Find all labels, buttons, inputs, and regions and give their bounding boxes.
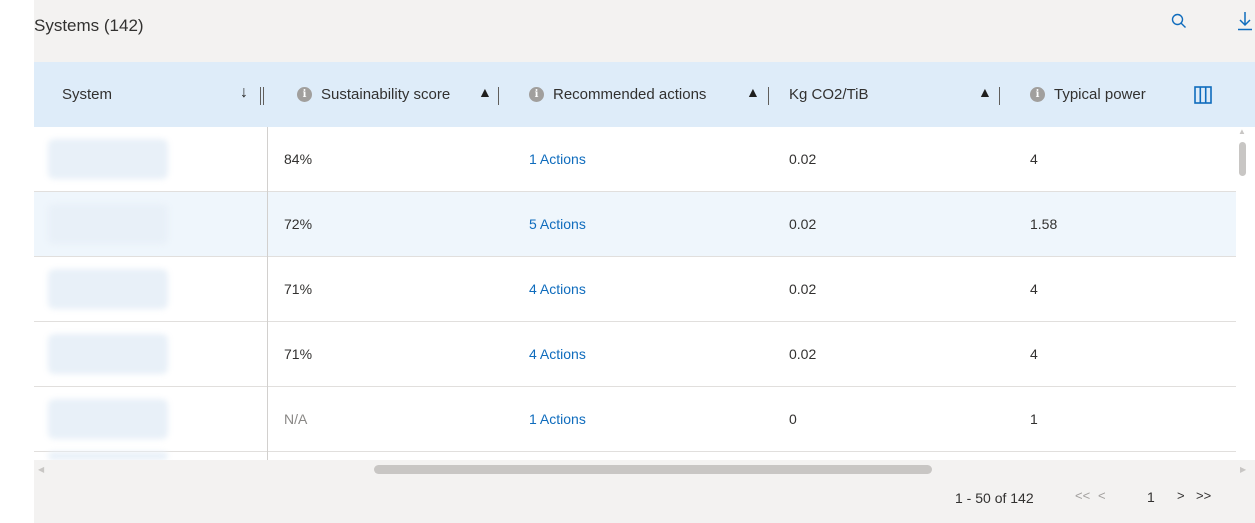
first-page-button[interactable]: << bbox=[1075, 488, 1090, 503]
info-icon[interactable]: i bbox=[1030, 87, 1045, 102]
power-cell: 4 bbox=[1030, 346, 1038, 362]
horizontal-scroll-thumb[interactable] bbox=[374, 465, 932, 474]
co2-cell: 0 bbox=[789, 411, 797, 427]
score-cell: 71% bbox=[284, 346, 313, 362]
column-label-system: System bbox=[62, 86, 113, 103]
column-header-actions[interactable]: i Recommended actions bbox=[529, 62, 706, 127]
actions-link[interactable]: 1 Actions bbox=[529, 387, 586, 451]
column-resize-handle[interactable] bbox=[498, 87, 499, 105]
table-row-partial[interactable] bbox=[34, 452, 1236, 460]
system-name-redacted[interactable] bbox=[48, 334, 168, 374]
co2-cell: 0.02 bbox=[789, 281, 817, 297]
info-icon[interactable]: i bbox=[529, 87, 544, 102]
table-header: System ↓ i Sustainability score ▲︎ i Rec… bbox=[34, 62, 1255, 127]
column-label-co2: Kg CO2/TiB bbox=[789, 86, 869, 103]
column-header-co2[interactable]: Kg CO2/TiB bbox=[789, 62, 868, 127]
power-cell: 1 bbox=[1030, 411, 1038, 427]
system-name-redacted bbox=[48, 452, 168, 460]
column-divider bbox=[263, 87, 264, 105]
column-header-score[interactable]: i Sustainability score bbox=[297, 62, 450, 127]
score-cell: 84% bbox=[284, 151, 313, 167]
scroll-right-arrow[interactable]: ▶︎ bbox=[1240, 465, 1246, 474]
info-icon[interactable]: i bbox=[297, 87, 312, 102]
search-icon bbox=[1171, 13, 1186, 28]
score-cell: 72% bbox=[284, 216, 313, 232]
last-page-button[interactable]: >> bbox=[1196, 488, 1211, 503]
scroll-up-arrow[interactable]: ▲︎ bbox=[1238, 127, 1246, 136]
system-name-redacted[interactable] bbox=[48, 269, 168, 309]
system-name-redacted[interactable] bbox=[48, 139, 168, 179]
column-label-score: Sustainability score bbox=[321, 86, 451, 103]
actions-link[interactable]: 4 Actions bbox=[529, 322, 586, 386]
table-row[interactable]: 84% 1 Actions 0.02 4 bbox=[34, 127, 1236, 192]
table-row[interactable]: 71% 4 Actions 0.02 4 bbox=[34, 322, 1236, 387]
column-header-system[interactable]: System bbox=[62, 62, 112, 127]
power-cell: 1.58 bbox=[1030, 216, 1058, 232]
score-cell: 71% bbox=[284, 281, 313, 297]
actions-link[interactable]: 1 Actions bbox=[529, 127, 586, 191]
sort-icon[interactable]: ▲︎ bbox=[478, 84, 492, 100]
table-row-selected[interactable]: 72% 5 Actions 0.02 1.58 bbox=[34, 192, 1236, 257]
download-button[interactable] bbox=[1234, 8, 1255, 34]
actions-link[interactable]: 5 Actions bbox=[529, 192, 586, 256]
download-icon bbox=[1238, 12, 1252, 31]
column-header-power[interactable]: i Typical power bbox=[1030, 62, 1155, 127]
co2-cell: 0.02 bbox=[789, 151, 817, 167]
vertical-scroll-thumb[interactable] bbox=[1239, 142, 1246, 176]
next-page-button[interactable]: > bbox=[1177, 488, 1185, 503]
column-label-power: Typical power bbox=[1054, 86, 1146, 103]
column-label-actions: Recommended actions bbox=[553, 86, 707, 103]
sort-icon[interactable]: ▲︎ bbox=[746, 84, 760, 100]
systems-table: System ↓ i Sustainability score ▲︎ i Rec… bbox=[34, 62, 1255, 460]
pagination-range: 1 - 50 of 142 bbox=[955, 490, 1034, 506]
current-page[interactable]: 1 bbox=[1147, 489, 1155, 505]
scroll-left-arrow[interactable]: ◀︎ bbox=[38, 465, 44, 474]
power-cell: 4 bbox=[1030, 151, 1038, 167]
power-cell: 4 bbox=[1030, 281, 1038, 297]
frozen-column-divider bbox=[267, 127, 268, 460]
co2-cell: 0.02 bbox=[789, 346, 817, 362]
system-name-redacted[interactable] bbox=[48, 399, 168, 439]
sort-desc-icon[interactable]: ↓ bbox=[240, 84, 248, 102]
prev-page-button[interactable]: < bbox=[1098, 488, 1106, 503]
column-chooser-button[interactable] bbox=[1194, 62, 1212, 127]
sort-icon[interactable]: ▲︎ bbox=[978, 84, 992, 100]
co2-cell: 0.02 bbox=[789, 216, 817, 232]
score-cell: N/A bbox=[284, 411, 308, 427]
page-title: Systems (142) bbox=[34, 16, 144, 35]
actions-link[interactable]: 4 Actions bbox=[529, 257, 586, 321]
columns-icon bbox=[1194, 85, 1212, 104]
column-resize-handle[interactable] bbox=[999, 87, 1000, 105]
column-resize-handle[interactable] bbox=[768, 87, 769, 105]
column-resize-handle[interactable] bbox=[260, 87, 261, 105]
search-button[interactable] bbox=[1168, 8, 1190, 34]
table-row[interactable]: N/A 1 Actions 0 1 bbox=[34, 387, 1236, 452]
system-name-redacted[interactable] bbox=[48, 204, 168, 244]
table-row[interactable]: 71% 4 Actions 0.02 4 bbox=[34, 257, 1236, 322]
vertical-scrollbar[interactable] bbox=[1205, 130, 1213, 460]
